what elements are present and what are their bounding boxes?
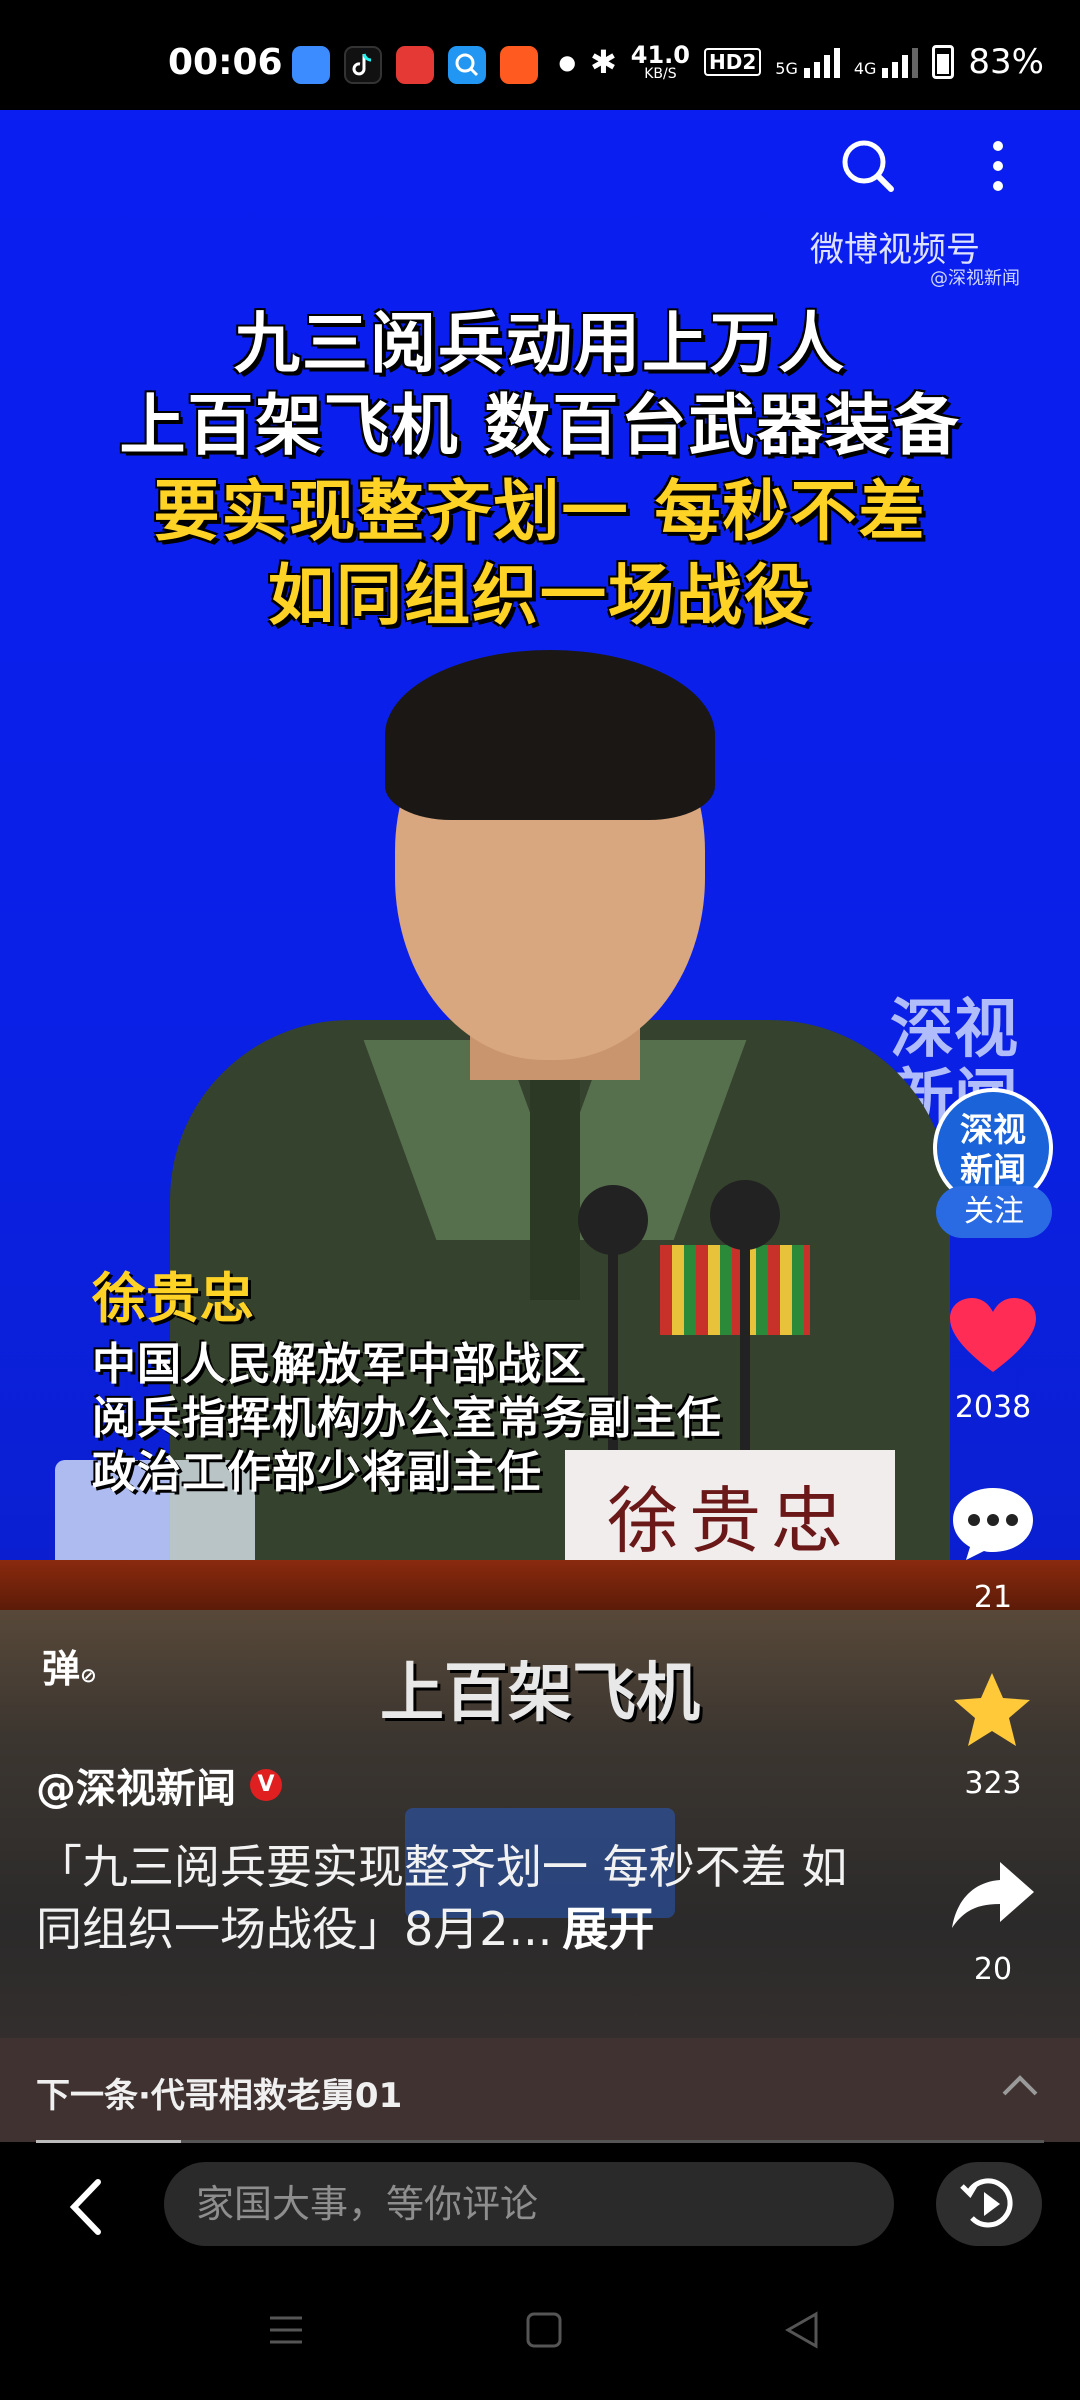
- signal-5g-icon: 5G: [775, 46, 840, 78]
- danmaku-toggle-button[interactable]: 弹⊘: [42, 1638, 132, 1718]
- signal-4g-icon: 4G: [854, 46, 919, 78]
- speaker-tie: [530, 1080, 580, 1300]
- nav-back-icon[interactable]: [782, 2310, 822, 2350]
- video-subtitle: 上百架飞机: [380, 1657, 700, 1731]
- hd-icon: HD2: [704, 48, 762, 76]
- author-name[interactable]: @深视新闻: [36, 1756, 236, 1814]
- net-speed: 41.0 KB/S: [630, 41, 690, 82]
- caption-speaker-name: 徐贵忠: [92, 1267, 254, 1330]
- share-count: 20: [973, 1952, 1013, 1987]
- follow-button[interactable]: 关注: [936, 1186, 1052, 1238]
- replay-button[interactable]: [936, 2162, 1042, 2246]
- notification-dot-icon: ●: [558, 50, 576, 74]
- comment-count: 21: [973, 1580, 1013, 1615]
- bluetooth-icon: ✱: [589, 43, 617, 81]
- blue-app-icon: [292, 46, 330, 84]
- microphone-right: [710, 1180, 780, 1250]
- video-highlight-line-1: 要实现整齐划一 每秒不差: [153, 473, 927, 550]
- author-name-row[interactable]: @深视新闻 V: [36, 1756, 282, 1814]
- caption-line-3: 政治工作部少将副主任: [92, 1447, 542, 1498]
- status-time: 00:06: [168, 42, 283, 83]
- verified-badge-icon: V: [250, 1769, 282, 1801]
- speaker-hair: [385, 650, 715, 820]
- chevron-up-icon[interactable]: [1000, 2070, 1040, 2100]
- back-arrow-icon[interactable]: [58, 2172, 118, 2242]
- nameplate-text: 徐贵忠: [606, 1479, 853, 1563]
- status-indicators: ● ✱ 41.0 KB/S HD2 5G 4G 83%: [559, 42, 1044, 82]
- red-app-icon: [396, 46, 434, 84]
- post-description[interactable]: 「九三阅兵要实现整齐划一 每秒不差 如同组织一场战役」8月2... 展开: [36, 1836, 876, 1960]
- menu-icon[interactable]: [266, 2310, 306, 2350]
- favorite-button[interactable]: [950, 1670, 1034, 1750]
- next-video-label[interactable]: 下一条·代哥相救老舅01: [36, 2068, 402, 2117]
- like-count: 2038: [954, 1390, 1032, 1425]
- desk: [0, 1560, 1080, 1610]
- microphone-left: [578, 1185, 648, 1255]
- battery-icon: [932, 45, 955, 79]
- more-options-icon[interactable]: [978, 136, 1018, 196]
- video-highlight-line-2: 如同组织一场战役: [268, 557, 812, 634]
- video-title-line-2: 上百架飞机 数百台武器装备: [119, 387, 961, 464]
- comment-button[interactable]: [950, 1484, 1036, 1564]
- favorite-count: 323: [964, 1766, 1022, 1801]
- battery-percent: 83%: [968, 42, 1044, 82]
- expand-button[interactable]: 展开: [562, 1902, 654, 1956]
- medal-ribbons: [660, 1245, 810, 1335]
- comment-input[interactable]: [164, 2162, 894, 2246]
- home-icon[interactable]: [524, 2310, 564, 2350]
- share-button[interactable]: [950, 1858, 1036, 1930]
- weibo-watermark-sub: @深视新闻: [930, 268, 1020, 289]
- tiktok-icon: [344, 46, 382, 84]
- orange-app-icon: [500, 46, 538, 84]
- search-icon[interactable]: [838, 136, 898, 196]
- like-button[interactable]: [948, 1296, 1038, 1376]
- search-app-icon: [448, 46, 486, 84]
